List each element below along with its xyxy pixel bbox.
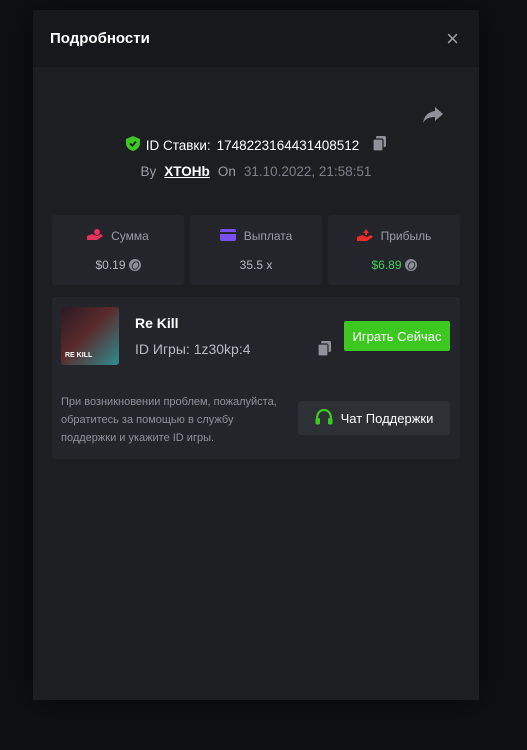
copy-game-id-icon[interactable] bbox=[317, 341, 331, 361]
coin-icon bbox=[404, 258, 417, 271]
share-icon[interactable] bbox=[423, 107, 443, 128]
bet-id-row: ID Ставки: 1748223164431408512 bbox=[33, 136, 479, 154]
modal-title: Подробности bbox=[50, 30, 150, 47]
stat-profit: Прибыль $6.89 bbox=[328, 215, 460, 285]
stat-amount-label-row: Сумма bbox=[87, 228, 149, 244]
game-thumbnail[interactable]: RE KILL bbox=[61, 307, 119, 365]
username-link[interactable]: XTOHb bbox=[164, 164, 210, 179]
stat-payout-value-row: 35.5 x bbox=[240, 258, 273, 272]
by-label: By bbox=[140, 164, 157, 179]
modal-header: Подробности × bbox=[33, 10, 479, 67]
stat-profit-value: $6.89 bbox=[371, 257, 402, 272]
copy-icon[interactable] bbox=[372, 136, 387, 154]
on-label: On bbox=[217, 164, 236, 179]
support-chat-button[interactable]: Чат Поддержки bbox=[298, 401, 450, 435]
bet-id-value: 1748223164431408512 bbox=[216, 137, 360, 153]
stat-payout-value: 35.5 x bbox=[239, 257, 273, 272]
game-panel: RE KILL Re Kill ID Игры: 1z30kp:4 Играть… bbox=[52, 297, 460, 459]
bet-meta-row: By XTOHb On 31.10.2022, 21:58:51 bbox=[33, 164, 479, 179]
game-id: ID Игры: 1z30kp:4 bbox=[135, 341, 251, 357]
stat-amount-value-row: $0.19 bbox=[95, 257, 141, 272]
stat-profit-label: Прибыль bbox=[380, 229, 432, 243]
stat-payout-label: Выплата bbox=[243, 229, 293, 243]
bet-stats: Сумма $0.19 Выплата 35.5 x Прибыль $6.89 bbox=[52, 215, 460, 285]
shield-check-icon bbox=[125, 136, 140, 154]
bet-details-modal: Подробности × ID Ставки: 174822316443140… bbox=[33, 10, 479, 700]
game-thumbnail-title: RE KILL bbox=[65, 352, 93, 359]
profit-icon bbox=[356, 228, 373, 244]
bet-date: 31.10.2022, 21:58:51 bbox=[243, 164, 372, 179]
support-help-text: При возникновении проблем, пожалуйста, о… bbox=[61, 396, 277, 444]
stat-amount: Сумма $0.19 bbox=[52, 215, 184, 285]
close-icon[interactable]: × bbox=[446, 27, 459, 50]
stat-profit-value-row: $6.89 bbox=[371, 257, 417, 272]
headset-icon bbox=[315, 408, 333, 428]
game-id-label: ID Игры: bbox=[135, 341, 190, 357]
bet-id-label: ID Ставки: bbox=[145, 137, 211, 153]
game-id-value: 1z30kp:4 bbox=[193, 341, 251, 357]
stat-amount-value: $0.19 bbox=[95, 257, 126, 272]
stat-amount-label: Сумма bbox=[111, 229, 149, 243]
game-name: Re Kill bbox=[135, 315, 179, 331]
support-button-label: Чат Поддержки bbox=[340, 410, 434, 426]
play-now-button[interactable]: Играть Сейчас bbox=[344, 321, 450, 351]
money-hand-icon bbox=[87, 228, 104, 244]
stat-profit-label-row: Прибыль bbox=[356, 228, 432, 244]
coin-icon bbox=[128, 258, 141, 271]
wallet-icon bbox=[219, 228, 236, 244]
stat-payout: Выплата 35.5 x bbox=[190, 215, 322, 285]
stat-payout-label-row: Выплата bbox=[219, 228, 293, 244]
